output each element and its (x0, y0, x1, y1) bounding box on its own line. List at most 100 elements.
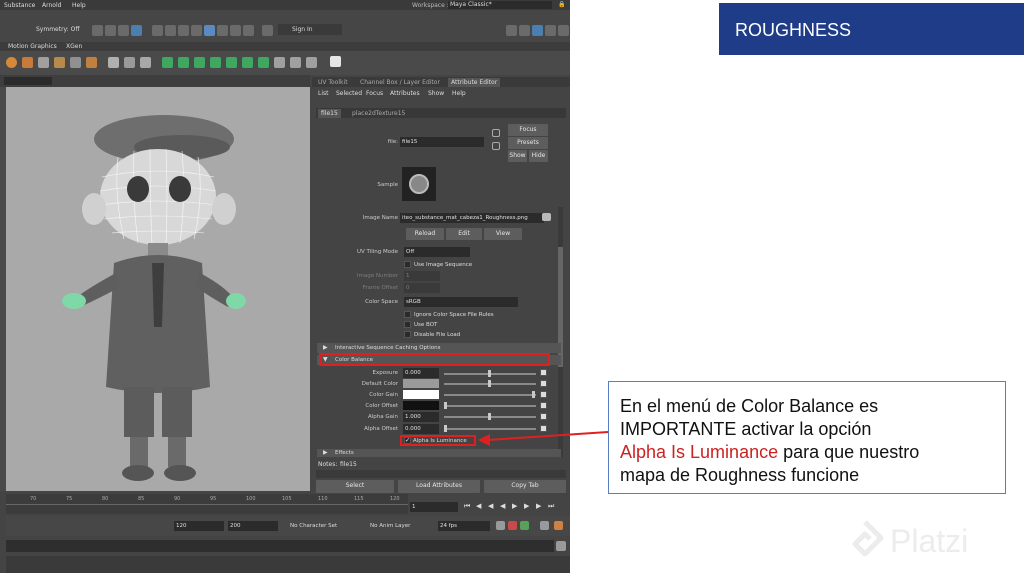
shelf-cylinder-icon[interactable] (38, 57, 49, 68)
tab-channel-box[interactable]: Channel Box / Layer Editor (360, 79, 440, 86)
script-editor-icon[interactable] (556, 541, 566, 551)
default-color-swatch[interactable] (403, 379, 439, 388)
attr-menu-focus[interactable]: Focus (366, 90, 383, 97)
attr-scrollbar[interactable] (558, 207, 563, 457)
alpha-is-luminance-checkbox[interactable]: ✓ (404, 437, 411, 444)
viewport-panel-dropdown[interactable] (4, 77, 52, 85)
tab-uv-toolkit[interactable]: UV Toolkit (318, 79, 348, 86)
color-offset-swatch[interactable] (403, 401, 439, 410)
shelf-bridge-icon[interactable] (226, 57, 237, 68)
shelf-sphere-icon[interactable] (6, 57, 17, 68)
folder-icon[interactable] (542, 213, 551, 221)
color-offset-knob[interactable] (444, 402, 447, 409)
step-back-key-icon[interactable]: ◀ (476, 502, 481, 510)
color-space-dropdown[interactable]: sRGB (404, 297, 518, 307)
symmetry-label[interactable]: Symmetry: Off (36, 26, 79, 33)
sign-in-dropdown[interactable]: Sign In (278, 24, 342, 35)
shelf-poly-sphere-icon[interactable] (178, 57, 189, 68)
color-gain-swatch[interactable] (403, 390, 439, 399)
alpha-gain-knob[interactable] (488, 413, 491, 420)
sample-swatch[interactable] (402, 167, 436, 201)
menu-help[interactable]: Help (72, 2, 86, 9)
shelf-hist-icon[interactable] (330, 56, 341, 67)
sound-icon[interactable] (540, 521, 549, 530)
image-name-field[interactable]: iteo_substance_mat_cabeza1_Roughness.png (400, 213, 544, 223)
frame-offset-field[interactable]: 0 (404, 283, 440, 293)
hide-button[interactable]: Hide (529, 150, 548, 162)
use-bot-checkbox[interactable] (404, 321, 411, 328)
shelf-extrude-icon[interactable] (194, 57, 205, 68)
alpha-gain-field[interactable]: 1.000 (403, 412, 439, 422)
load-attributes-button[interactable]: Load Attributes (398, 480, 480, 493)
presets-button[interactable]: Presets (508, 137, 548, 149)
attr-menu-attributes[interactable]: Attributes (390, 90, 420, 97)
edit-button[interactable]: Edit (446, 228, 482, 240)
alpha-gain-map-icon[interactable] (540, 413, 547, 420)
attr-menu-help[interactable]: Help (452, 90, 466, 97)
color-offset-slider[interactable] (444, 405, 536, 407)
current-frame-field[interactable]: 1 (410, 502, 458, 512)
color-gain-knob[interactable] (532, 391, 535, 398)
fps-dropdown[interactable]: 24 fps (438, 521, 490, 531)
node-tab-place2dtexture[interactable]: place2dTexture15 (352, 110, 405, 117)
color-gain-map-icon[interactable] (540, 391, 547, 398)
file-name-field[interactable]: file15 (400, 137, 484, 147)
ignore-rules-checkbox[interactable] (404, 311, 411, 318)
step-forward-key-icon[interactable]: ▶ (536, 502, 541, 510)
select-button[interactable]: Select (316, 480, 394, 493)
shelf-tab-xgen[interactable]: XGen (66, 43, 82, 50)
node-tab-file15[interactable]: file15 (318, 109, 341, 118)
shelf-plane-icon[interactable] (54, 57, 65, 68)
play-back-icon[interactable]: ◀ (500, 502, 505, 510)
channel-box-icon[interactable] (558, 25, 569, 36)
modeling-toolkit-icon[interactable] (506, 25, 517, 36)
play-forward-icon[interactable]: ▶ (512, 502, 517, 510)
default-color-map-icon[interactable] (540, 380, 547, 387)
go-to-start-icon[interactable]: ⏮ (464, 502, 470, 511)
show-button[interactable]: Show (508, 150, 527, 162)
viewport[interactable] (6, 87, 310, 491)
user-icon[interactable] (262, 25, 273, 36)
section-interactive-caching[interactable]: ▶ Interactive Sequence Caching Options (317, 343, 561, 353)
exposure-field[interactable]: 0.000 (403, 368, 439, 378)
shelf-curve-icon[interactable] (108, 57, 119, 68)
render-view-icon[interactable] (204, 25, 215, 36)
stop-icon[interactable] (243, 25, 254, 36)
shelf-separate-icon[interactable] (258, 57, 269, 68)
loop-icon[interactable] (496, 521, 505, 530)
lock-icon[interactable]: 🔒 (558, 1, 565, 8)
render-icon[interactable] (152, 25, 163, 36)
notes-field[interactable] (316, 470, 566, 478)
color-gain-slider[interactable] (444, 394, 536, 396)
key-icon[interactable] (520, 521, 529, 530)
exposure-map-icon[interactable] (540, 369, 547, 376)
workspace-dropdown[interactable]: Maya Classic* (448, 1, 552, 9)
shelf-ep-curve-icon[interactable] (124, 57, 135, 68)
attribute-editor-icon[interactable] (532, 25, 543, 36)
snap-grid-icon[interactable] (105, 25, 116, 36)
snap-icon[interactable] (92, 25, 103, 36)
snap-point-icon[interactable] (131, 25, 142, 36)
timeline[interactable]: 70 75 80 85 90 95 100 105 110 115 120 (6, 494, 408, 514)
go-to-end-icon[interactable]: ⏭ (548, 502, 554, 511)
section-effects[interactable]: ▶ Effects (317, 449, 561, 457)
auto-key-icon[interactable] (508, 521, 517, 530)
preferences-icon[interactable] (554, 521, 563, 530)
default-color-knob[interactable] (488, 380, 491, 387)
shelf-smooth-icon[interactable] (274, 57, 285, 68)
tool-settings-icon[interactable] (545, 25, 556, 36)
range-start-field[interactable]: 120 (174, 521, 224, 531)
shelf-bezier-icon[interactable] (140, 57, 151, 68)
step-back-frame-icon[interactable]: ◀ (488, 502, 493, 510)
exposure-knob[interactable] (488, 370, 491, 377)
range-end-field[interactable]: 200 (228, 521, 278, 531)
uv-tiling-dropdown[interactable]: Off (404, 247, 470, 257)
render-settings-icon[interactable] (178, 25, 189, 36)
shelf-bevel-icon[interactable] (210, 57, 221, 68)
view-button[interactable]: View (484, 228, 522, 240)
command-line[interactable] (6, 540, 554, 552)
shelf-combine-icon[interactable] (242, 57, 253, 68)
pause-icon[interactable] (230, 25, 241, 36)
alpha-offset-knob[interactable] (444, 425, 447, 432)
shelf-mirror-icon[interactable] (290, 57, 301, 68)
